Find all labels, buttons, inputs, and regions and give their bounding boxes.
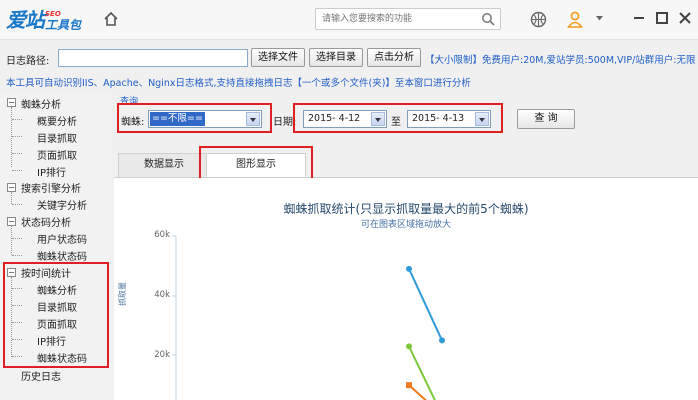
series-1-point-0 [406,343,412,350]
search-input[interactable] [316,9,476,29]
series-0-point-1 [439,337,445,344]
close-icon[interactable] [678,11,692,25]
chart-plot[interactable] [114,178,698,400]
logo-seo: SEO [45,10,61,18]
highlight-box-date [293,103,503,133]
title-bar: 爱站 SEO 工具包 [0,0,698,40]
info-line: 本工具可自动识别IIS、Apache、Nginx日志格式,支持直接拖拽日志【一个… [6,78,471,89]
tree-item-spider-status[interactable]: 蜘蛛状态码 [37,248,87,263]
size-limit-note: 【大小限制】免费用户:20M,爱站学员:500M,VIP/站群用户:无限 [425,55,696,66]
series-line-2 [408,384,427,400]
log-path-label: 日志路径: [6,56,50,67]
tree-item-ip-rank[interactable]: IP排行 [37,164,66,179]
collapse-icon[interactable]: − [7,217,16,226]
user-icon[interactable] [567,11,583,28]
log-path-input[interactable] [58,49,248,67]
log-path-row: 日志路径: 选择文件 选择目录 点击分析 【大小限制】免费用户:20M,爱站学员… [0,48,698,68]
maximize-icon[interactable] [655,11,669,25]
highlight-box-time-stats [3,262,109,368]
caret-down-icon[interactable] [596,16,603,21]
minimize-icon[interactable] [632,11,646,25]
analyze-button[interactable]: 点击分析 [367,48,421,67]
tree-group-status-code[interactable]: 状态码分析 [21,214,71,229]
collapse-icon[interactable]: − [7,98,16,107]
tree-item-dir-crawl[interactable]: 目录抓取 [37,130,77,145]
series-2-point-0 [406,382,412,389]
app-logo: 爱站 SEO 工具包 [6,6,81,32]
tree-item-keyword[interactable]: 关键字分析 [37,197,87,212]
logo-sub: 工具包 [45,18,82,32]
tree-group-search-engine[interactable]: 搜索引擎分析 [21,180,81,195]
highlight-box-spider [117,103,272,133]
select-file-button[interactable]: 选择文件 [251,48,305,67]
tab-data-view[interactable]: 数据显示 [118,153,210,177]
search-icon[interactable] [481,12,495,26]
series-0-point-0 [406,265,412,272]
tree-item-user-status[interactable]: 用户状态码 [37,231,87,246]
tree-item-overview[interactable]: 概要分析 [37,113,77,128]
collapse-icon[interactable]: − [7,183,16,192]
query-button[interactable]: 查 询 [517,109,575,129]
basketball-icon[interactable] [530,11,547,28]
tree-item-page-crawl[interactable]: 页面抓取 [37,147,77,162]
select-dir-button[interactable]: 选择目录 [309,48,363,67]
chart-panel[interactable]: 蜘蛛抓取统计(只显示抓取量最大的前5个蜘蛛) 可在图表区域拖动放大 抓取量 60… [114,178,698,400]
series-line-1 [408,345,436,400]
search-box[interactable] [315,8,501,30]
home-icon[interactable] [103,11,119,27]
tree-item-history[interactable]: 历史日志 [21,368,61,383]
logo-text: 爱站 [6,8,45,32]
series-line-0 [408,268,443,341]
tree-group-spider[interactable]: 蜘蛛分析 [21,96,61,111]
